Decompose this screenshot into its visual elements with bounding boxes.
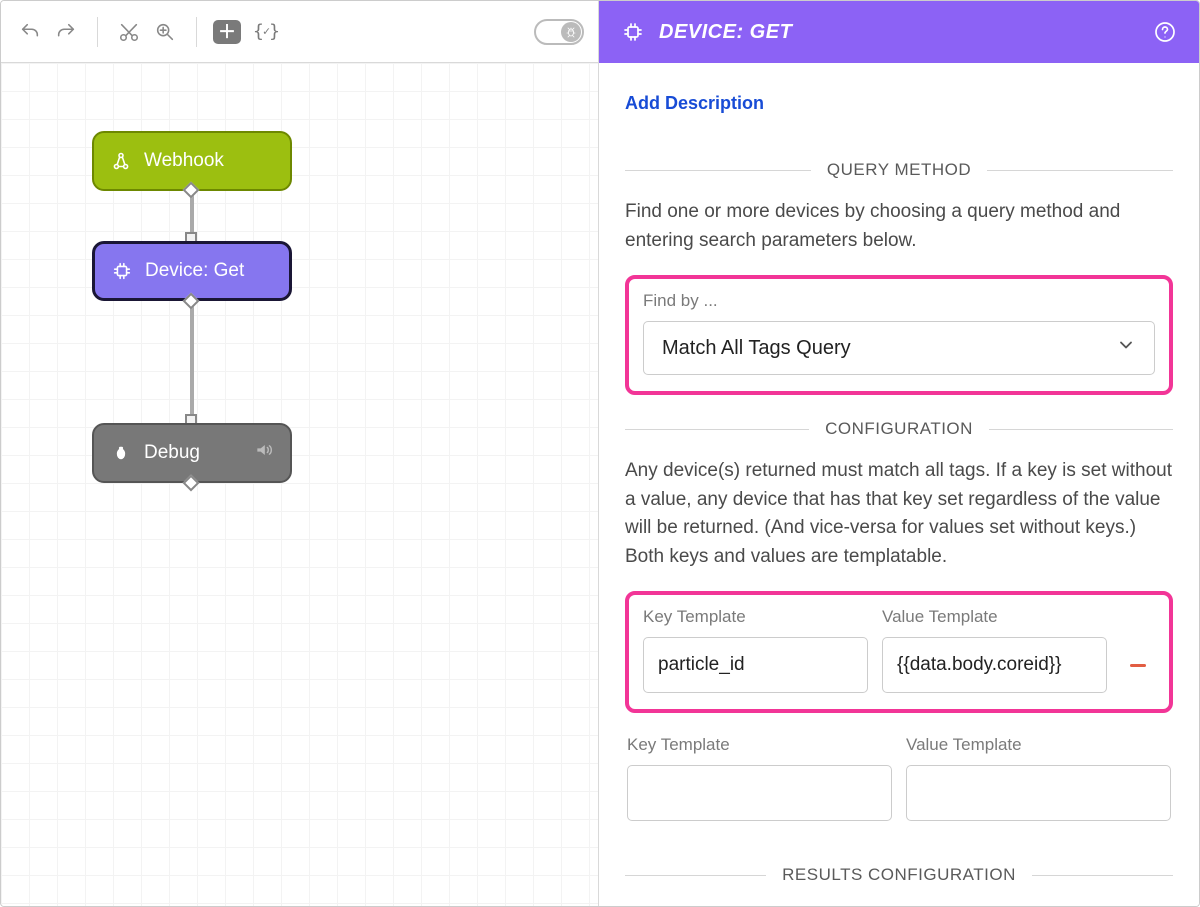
panel-header: DEVICE: GET: [599, 1, 1199, 63]
section-heading-text: QUERY METHOD: [827, 160, 971, 180]
section-heading-results: RESULTS CONFIGURATION: [625, 865, 1173, 885]
value-template-input[interactable]: [882, 637, 1107, 693]
undo-button[interactable]: [15, 17, 45, 47]
flow-edge: [190, 300, 194, 423]
query-method-help: Find one or more devices by choosing a q…: [625, 198, 1173, 255]
remove-row-button[interactable]: [1121, 648, 1155, 682]
flow-canvas[interactable]: Webhook Device: Get Debug: [1, 63, 598, 906]
toolbar-separator: [196, 17, 197, 47]
section-heading-configuration: CONFIGURATION: [625, 419, 1173, 439]
add-description-link[interactable]: Add Description: [625, 93, 764, 114]
node-label: Debug: [144, 442, 200, 464]
node-device-get[interactable]: Device: Get: [92, 241, 292, 301]
section-heading-query-method: QUERY METHOD: [625, 160, 1173, 180]
highlighted-tag-row: Key Template Value Template: [625, 591, 1173, 713]
cut-button[interactable]: [114, 17, 144, 47]
webhook-icon: [110, 150, 132, 172]
value-template-label: Value Template: [882, 607, 1107, 627]
toolbar: ＋ {✓}: [1, 1, 598, 63]
key-template-label: Key Template: [643, 607, 868, 627]
redo-button[interactable]: [51, 17, 81, 47]
chip-icon: [621, 20, 645, 44]
value-template-input[interactable]: [906, 765, 1171, 821]
panel-title: DEVICE: GET: [659, 21, 792, 44]
add-node-button[interactable]: ＋: [213, 20, 241, 44]
tag-row: [643, 637, 1155, 693]
key-template-input[interactable]: [627, 765, 892, 821]
property-panel: DEVICE: GET Add Description QUERY METHOD…: [599, 1, 1199, 906]
debug-toggle[interactable]: [534, 19, 584, 45]
tag-row-empty: Key Template Value Template: [625, 735, 1173, 821]
node-debug[interactable]: Debug: [92, 423, 292, 483]
section-heading-text: CONFIGURATION: [825, 419, 973, 439]
chevron-down-icon: [1116, 335, 1136, 361]
app-root: ＋ {✓} Webhook: [0, 0, 1200, 907]
key-template-label: Key Template: [627, 735, 892, 755]
value-template-label: Value Template: [906, 735, 1171, 755]
chip-icon: [111, 260, 133, 282]
highlighted-query-method: Find by ... Match All Tags Query: [625, 275, 1173, 395]
node-label: Webhook: [144, 150, 224, 172]
find-by-select[interactable]: Match All Tags Query: [643, 321, 1155, 375]
zoom-button[interactable]: [150, 17, 180, 47]
find-by-label: Find by ...: [643, 291, 1155, 311]
bug-icon: [110, 443, 132, 463]
select-value: Match All Tags Query: [662, 337, 851, 360]
tag-row: [627, 765, 1171, 821]
sound-icon: [254, 440, 274, 466]
toolbar-separator: [97, 17, 98, 47]
help-button[interactable]: [1153, 20, 1177, 44]
panel-body: Add Description QUERY METHOD Find one or…: [599, 63, 1199, 906]
canvas-pane: ＋ {✓} Webhook: [1, 1, 599, 906]
key-template-input[interactable]: [643, 637, 868, 693]
configuration-help: Any device(s) returned must match all ta…: [625, 457, 1173, 571]
section-heading-text: RESULTS CONFIGURATION: [782, 865, 1016, 885]
template-braces-icon[interactable]: {✓}: [247, 21, 285, 42]
node-label: Device: Get: [145, 260, 244, 282]
